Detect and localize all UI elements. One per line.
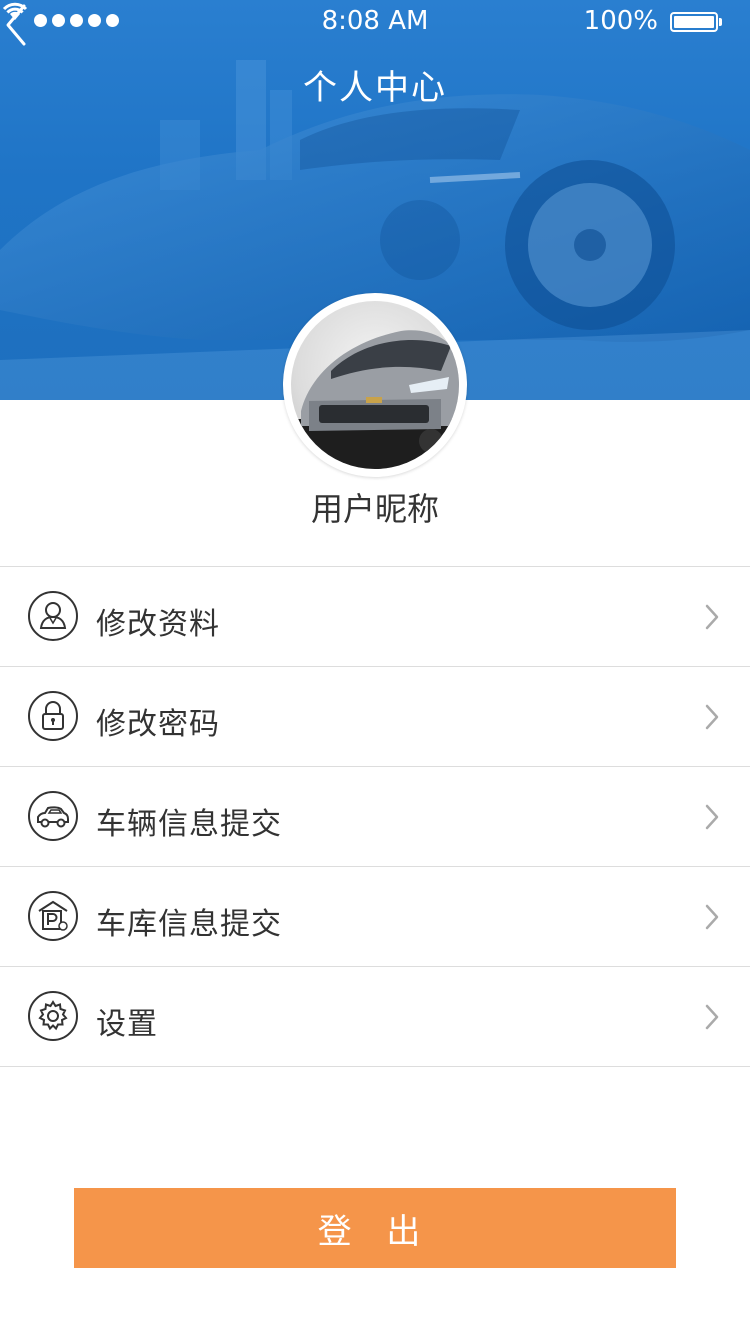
chevron-right-icon (705, 704, 719, 730)
menu-list: 修改资料 修改密码 车辆信息提交 车库信息提交 设置 (0, 566, 750, 1067)
avatar[interactable] (283, 293, 467, 477)
menu-item-label: 修改密码 (96, 707, 220, 742)
chevron-right-icon (705, 804, 719, 830)
menu-item-settings[interactable]: 设置 (0, 967, 750, 1067)
user-icon (28, 591, 78, 641)
chevron-right-icon (705, 604, 719, 630)
menu-item-label: 修改资料 (96, 607, 220, 642)
car-icon (28, 791, 78, 841)
menu-item-label: 车库信息提交 (96, 907, 282, 942)
back-chevron-icon[interactable] (0, 0, 40, 50)
menu-item-label: 车辆信息提交 (96, 807, 282, 842)
logout-button[interactable]: 登 出 (74, 1188, 676, 1268)
menu-item-label: 设置 (96, 1007, 158, 1042)
garage-icon (28, 891, 78, 941)
battery-percentage: 100% (583, 6, 658, 36)
gear-icon (28, 991, 78, 1041)
lock-icon (28, 691, 78, 741)
car-avatar-image (291, 330, 459, 469)
user-nickname: 用户昵称 (310, 490, 439, 528)
menu-item-change-password[interactable]: 修改密码 (0, 667, 750, 767)
menu-item-edit-profile[interactable]: 修改资料 (0, 567, 750, 667)
battery-icon (670, 12, 722, 32)
status-bar: 8:08 AM 100% (0, 0, 750, 40)
menu-item-garage-info[interactable]: 车库信息提交 (0, 867, 750, 967)
chevron-right-icon (705, 1004, 719, 1030)
menu-item-vehicle-info[interactable]: 车辆信息提交 (0, 767, 750, 867)
chevron-right-icon (705, 904, 719, 930)
page-title: 个人中心 (303, 68, 447, 108)
